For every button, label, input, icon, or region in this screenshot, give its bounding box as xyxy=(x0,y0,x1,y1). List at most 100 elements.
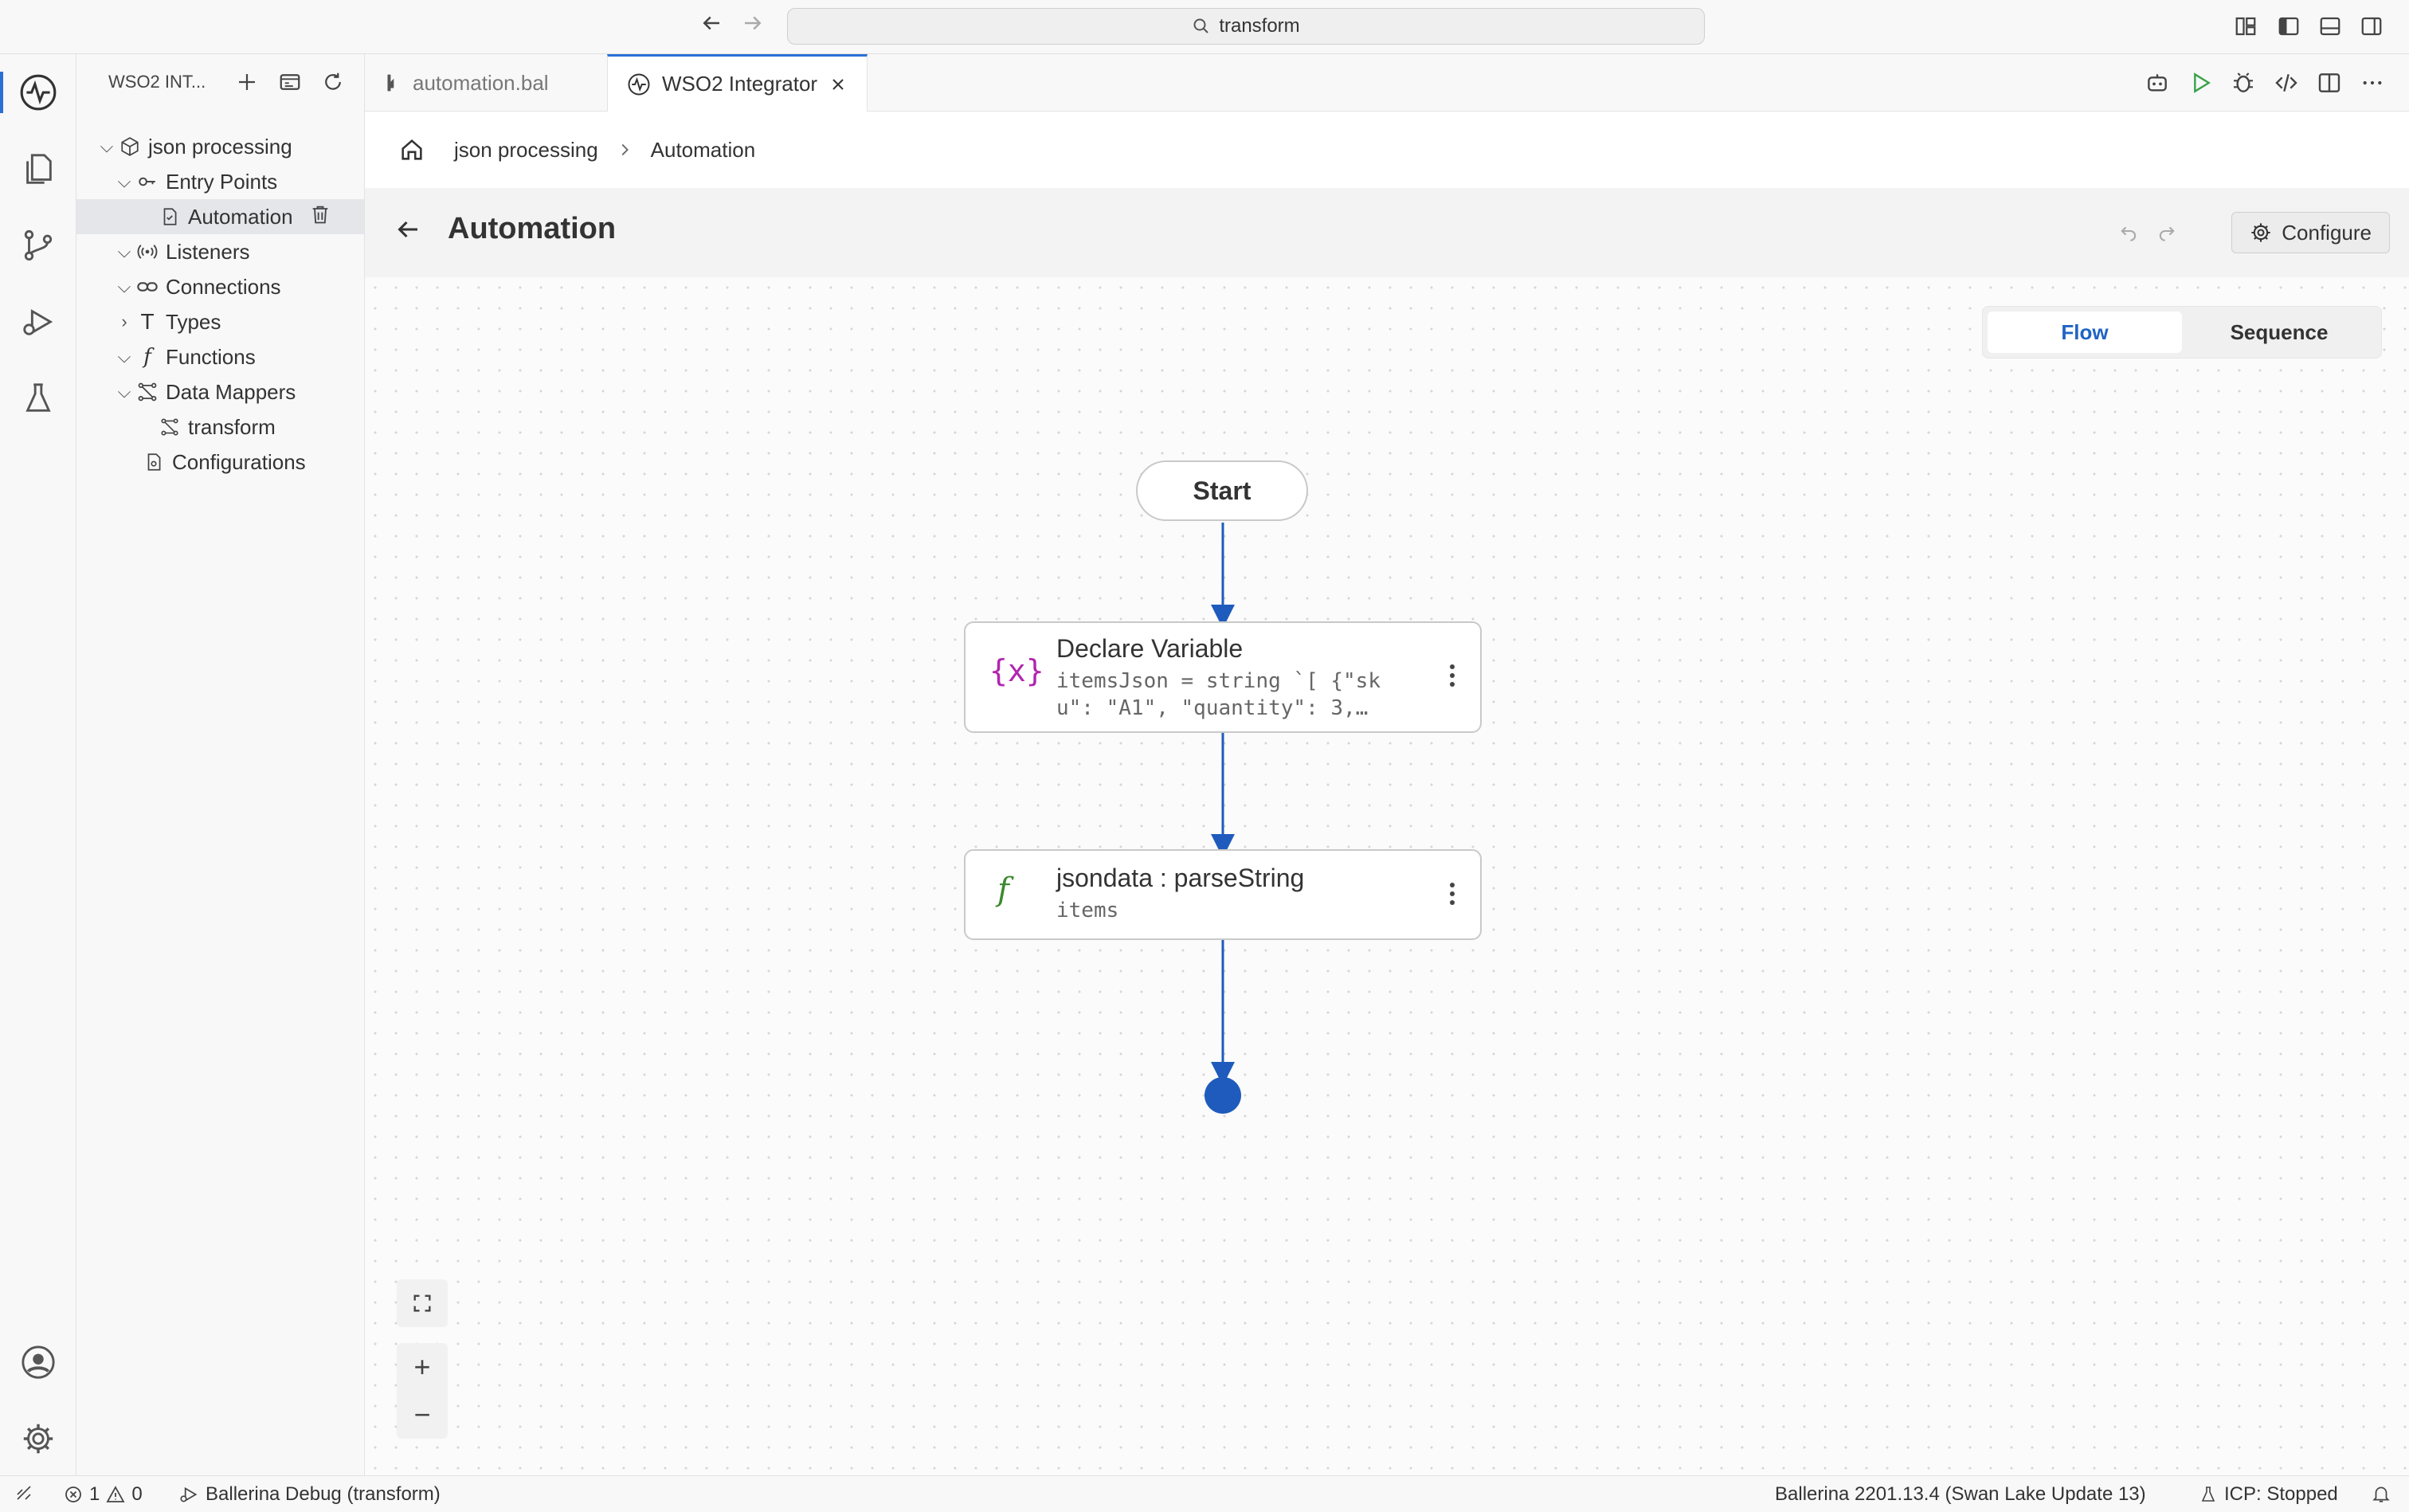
redo-icon[interactable] xyxy=(2156,220,2178,242)
forward-arrow-icon[interactable] xyxy=(741,11,765,41)
tree-label: Connections xyxy=(166,274,281,299)
zoom-out-button[interactable]: − xyxy=(397,1391,448,1439)
command-center-search[interactable]: transform xyxy=(787,8,1705,45)
tree-item-listeners[interactable]: ⌵ Listeners xyxy=(76,234,364,269)
title-bar: transform xyxy=(0,0,2409,54)
more-icon[interactable] xyxy=(2360,70,2385,96)
testing-activity[interactable] xyxy=(18,378,59,419)
tree-item-types[interactable]: › T Types xyxy=(76,304,364,339)
back-arrow-icon[interactable] xyxy=(699,11,723,41)
wso2-integrator-activity[interactable] xyxy=(0,72,59,113)
start-node[interactable]: Start xyxy=(1136,460,1308,521)
chevron-down-icon: ⌵ xyxy=(117,382,131,402)
files-icon xyxy=(26,154,52,184)
toggle-primary-sidebar-icon[interactable] xyxy=(2277,14,2301,38)
toggle-secondary-sidebar-icon[interactable] xyxy=(2360,14,2384,38)
debug-icon[interactable] xyxy=(2231,70,2256,96)
tab-label: automation.bal xyxy=(413,70,549,95)
tree-item-transform[interactable]: transform xyxy=(76,409,364,445)
declare-variable-node[interactable]: {x} Declare Variable itemsJson = string … xyxy=(964,621,1482,733)
manage-activity[interactable] xyxy=(18,1418,59,1459)
config-file-icon xyxy=(147,453,161,471)
data-mapper-icon xyxy=(138,382,157,402)
tree-item-functions[interactable]: ⌵ f Functions xyxy=(76,339,364,374)
account-icon xyxy=(22,1346,55,1379)
tab-automation-bal[interactable]: automation.bal xyxy=(365,54,568,112)
chevron-right-icon: › xyxy=(121,311,127,331)
split-editor-icon[interactable] xyxy=(2317,70,2342,96)
breadcrumb: json processing Automation xyxy=(365,112,2409,188)
debug-label: Ballerina Debug (transform) xyxy=(206,1483,441,1505)
node-menu-icon[interactable] xyxy=(1450,664,1456,687)
problems-indicator[interactable]: 1 0 xyxy=(64,1483,143,1506)
tree-label: transform xyxy=(188,414,276,439)
page-title: Automation xyxy=(448,212,617,245)
home-icon[interactable] xyxy=(398,136,425,163)
tab-wso2-integrator[interactable]: WSO2 Integrator xyxy=(607,54,868,112)
tree-label: Listeners xyxy=(166,239,250,264)
accounts-activity[interactable] xyxy=(18,1342,59,1383)
ballerina-version[interactable]: Ballerina 2201.13.4 (Swan Lake Update 13… xyxy=(1775,1483,2146,1506)
parse-string-node[interactable]: f jsondata : parseString items xyxy=(964,849,1482,940)
zoom-in-button[interactable]: + xyxy=(397,1343,448,1391)
chevron-down-icon: ⌵ xyxy=(117,241,131,261)
explorer-activity[interactable] xyxy=(18,148,59,190)
end-node[interactable] xyxy=(1204,1077,1241,1114)
node-title: Declare Variable xyxy=(1056,634,1244,663)
back-arrow-icon[interactable] xyxy=(394,215,422,244)
run-debug-activity[interactable] xyxy=(18,301,59,343)
editor-tabs: automation.bal WSO2 Integrator xyxy=(365,54,2409,112)
error-icon xyxy=(65,1487,81,1502)
sidebar: WSO2 INT... ⌵ json processing ⌵ Entry Po… xyxy=(76,54,365,1475)
toggle-panel-icon[interactable] xyxy=(2318,14,2342,38)
refresh-icon[interactable] xyxy=(321,70,345,94)
command-center-text: transform xyxy=(1219,15,1300,37)
file-check-icon xyxy=(163,208,177,225)
delete-icon[interactable] xyxy=(309,203,331,231)
tree-item-entry-points[interactable]: ⌵ Entry Points xyxy=(76,164,364,199)
remote-indicator[interactable] xyxy=(14,1483,33,1502)
data-mapper-icon xyxy=(161,418,178,436)
tree-item-project[interactable]: ⌵ json processing xyxy=(76,129,364,164)
tree-label: Entry Points xyxy=(166,169,278,194)
pulse-icon xyxy=(20,74,57,111)
configure-button[interactable]: Configure xyxy=(2231,212,2390,253)
flow-canvas[interactable]: Flow Sequence Start {x} Declare Variable… xyxy=(365,277,2409,1475)
chevron-right-icon xyxy=(621,143,629,156)
pulse-icon xyxy=(628,73,650,95)
bell-icon xyxy=(2372,1487,2390,1502)
add-icon[interactable] xyxy=(235,70,259,94)
chevron-down-icon: ⌵ xyxy=(117,347,131,366)
tab-label: WSO2 Integrator xyxy=(662,72,818,96)
key-icon xyxy=(139,177,155,186)
type-icon: T xyxy=(140,309,155,334)
package-icon xyxy=(121,137,139,156)
customize-layout-icon[interactable] xyxy=(2234,14,2258,38)
node-menu-icon[interactable] xyxy=(1450,883,1456,905)
fit-to-screen-button[interactable] xyxy=(397,1279,448,1327)
beaker-icon xyxy=(2201,1487,2215,1502)
tree-item-configurations[interactable]: Configurations xyxy=(76,445,364,480)
icp-status[interactable]: ICP: Stopped xyxy=(2199,1483,2338,1506)
run-icon[interactable] xyxy=(2188,70,2213,96)
undo-icon[interactable] xyxy=(2117,220,2140,242)
tree-item-connections[interactable]: ⌵ Connections xyxy=(76,269,364,304)
debug-status[interactable]: Ballerina Debug (transform) xyxy=(178,1483,441,1506)
sidebar-title: WSO2 INT... xyxy=(108,72,206,92)
activity-bar xyxy=(0,54,76,1475)
node-code-line: u": "A1", "quantity": 3,… xyxy=(1056,696,1369,720)
node-title: jsondata : parseString xyxy=(1056,864,1305,892)
close-icon[interactable] xyxy=(828,75,848,94)
breadcrumb-project[interactable]: json processing xyxy=(454,138,598,163)
notifications-button[interactable] xyxy=(2371,1483,2391,1504)
beaker-icon xyxy=(25,383,51,412)
code-icon[interactable] xyxy=(2274,70,2299,96)
visualize-icon[interactable] xyxy=(278,70,302,94)
tree-item-data-mappers[interactable]: ⌵ Data Mappers xyxy=(76,374,364,409)
tree-label: Automation xyxy=(188,204,293,229)
copilot-icon[interactable] xyxy=(2145,70,2170,96)
gear-icon xyxy=(23,1424,53,1454)
fit-screen-icon xyxy=(413,1295,431,1312)
source-control-activity[interactable] xyxy=(18,225,59,266)
tree-item-automation[interactable]: Automation xyxy=(76,199,364,234)
